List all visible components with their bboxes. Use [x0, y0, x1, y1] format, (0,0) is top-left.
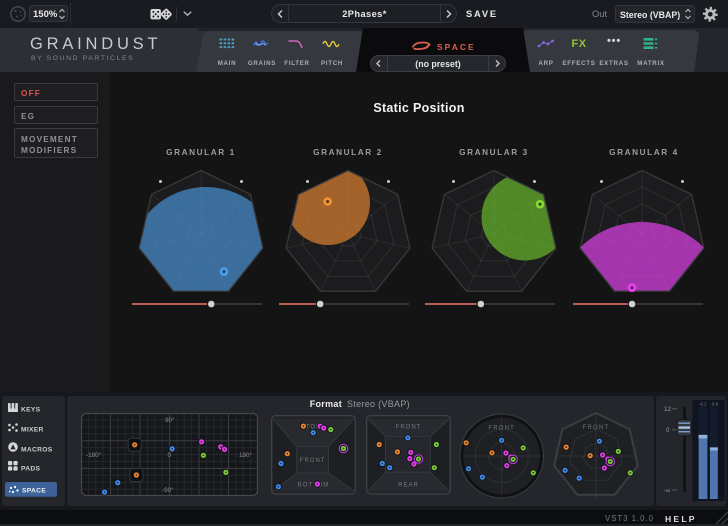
- svg-text:90°: 90°: [165, 416, 175, 424]
- svg-text:KEYS: KEYS: [21, 407, 41, 414]
- svg-text:-9.6: -9.6: [711, 402, 719, 407]
- svg-text:PADS: PADS: [21, 466, 41, 473]
- svg-text:MIXER: MIXER: [21, 427, 44, 434]
- svg-text:SPACE: SPACE: [22, 488, 46, 495]
- svg-text:12: 12: [664, 406, 671, 413]
- svg-text:-∞: -∞: [664, 488, 670, 495]
- svg-text:-180°: -180°: [86, 451, 102, 459]
- svg-text:0: 0: [167, 452, 171, 459]
- svg-text:FRONT: FRONT: [583, 425, 610, 431]
- svg-text:MACROS: MACROS: [21, 447, 53, 454]
- svg-text:180°: 180°: [239, 451, 253, 459]
- svg-text:FRONT: FRONT: [300, 458, 326, 464]
- svg-text:FRONT: FRONT: [395, 425, 421, 431]
- svg-text:-6.2: -6.2: [699, 402, 707, 407]
- svg-text:REAR: REAR: [398, 483, 419, 489]
- svg-text:-90°: -90°: [162, 486, 174, 494]
- svg-text:BOTTOM: BOTTOM: [298, 483, 330, 489]
- svg-text:FRONT: FRONT: [488, 426, 515, 432]
- svg-text:0: 0: [666, 427, 670, 434]
